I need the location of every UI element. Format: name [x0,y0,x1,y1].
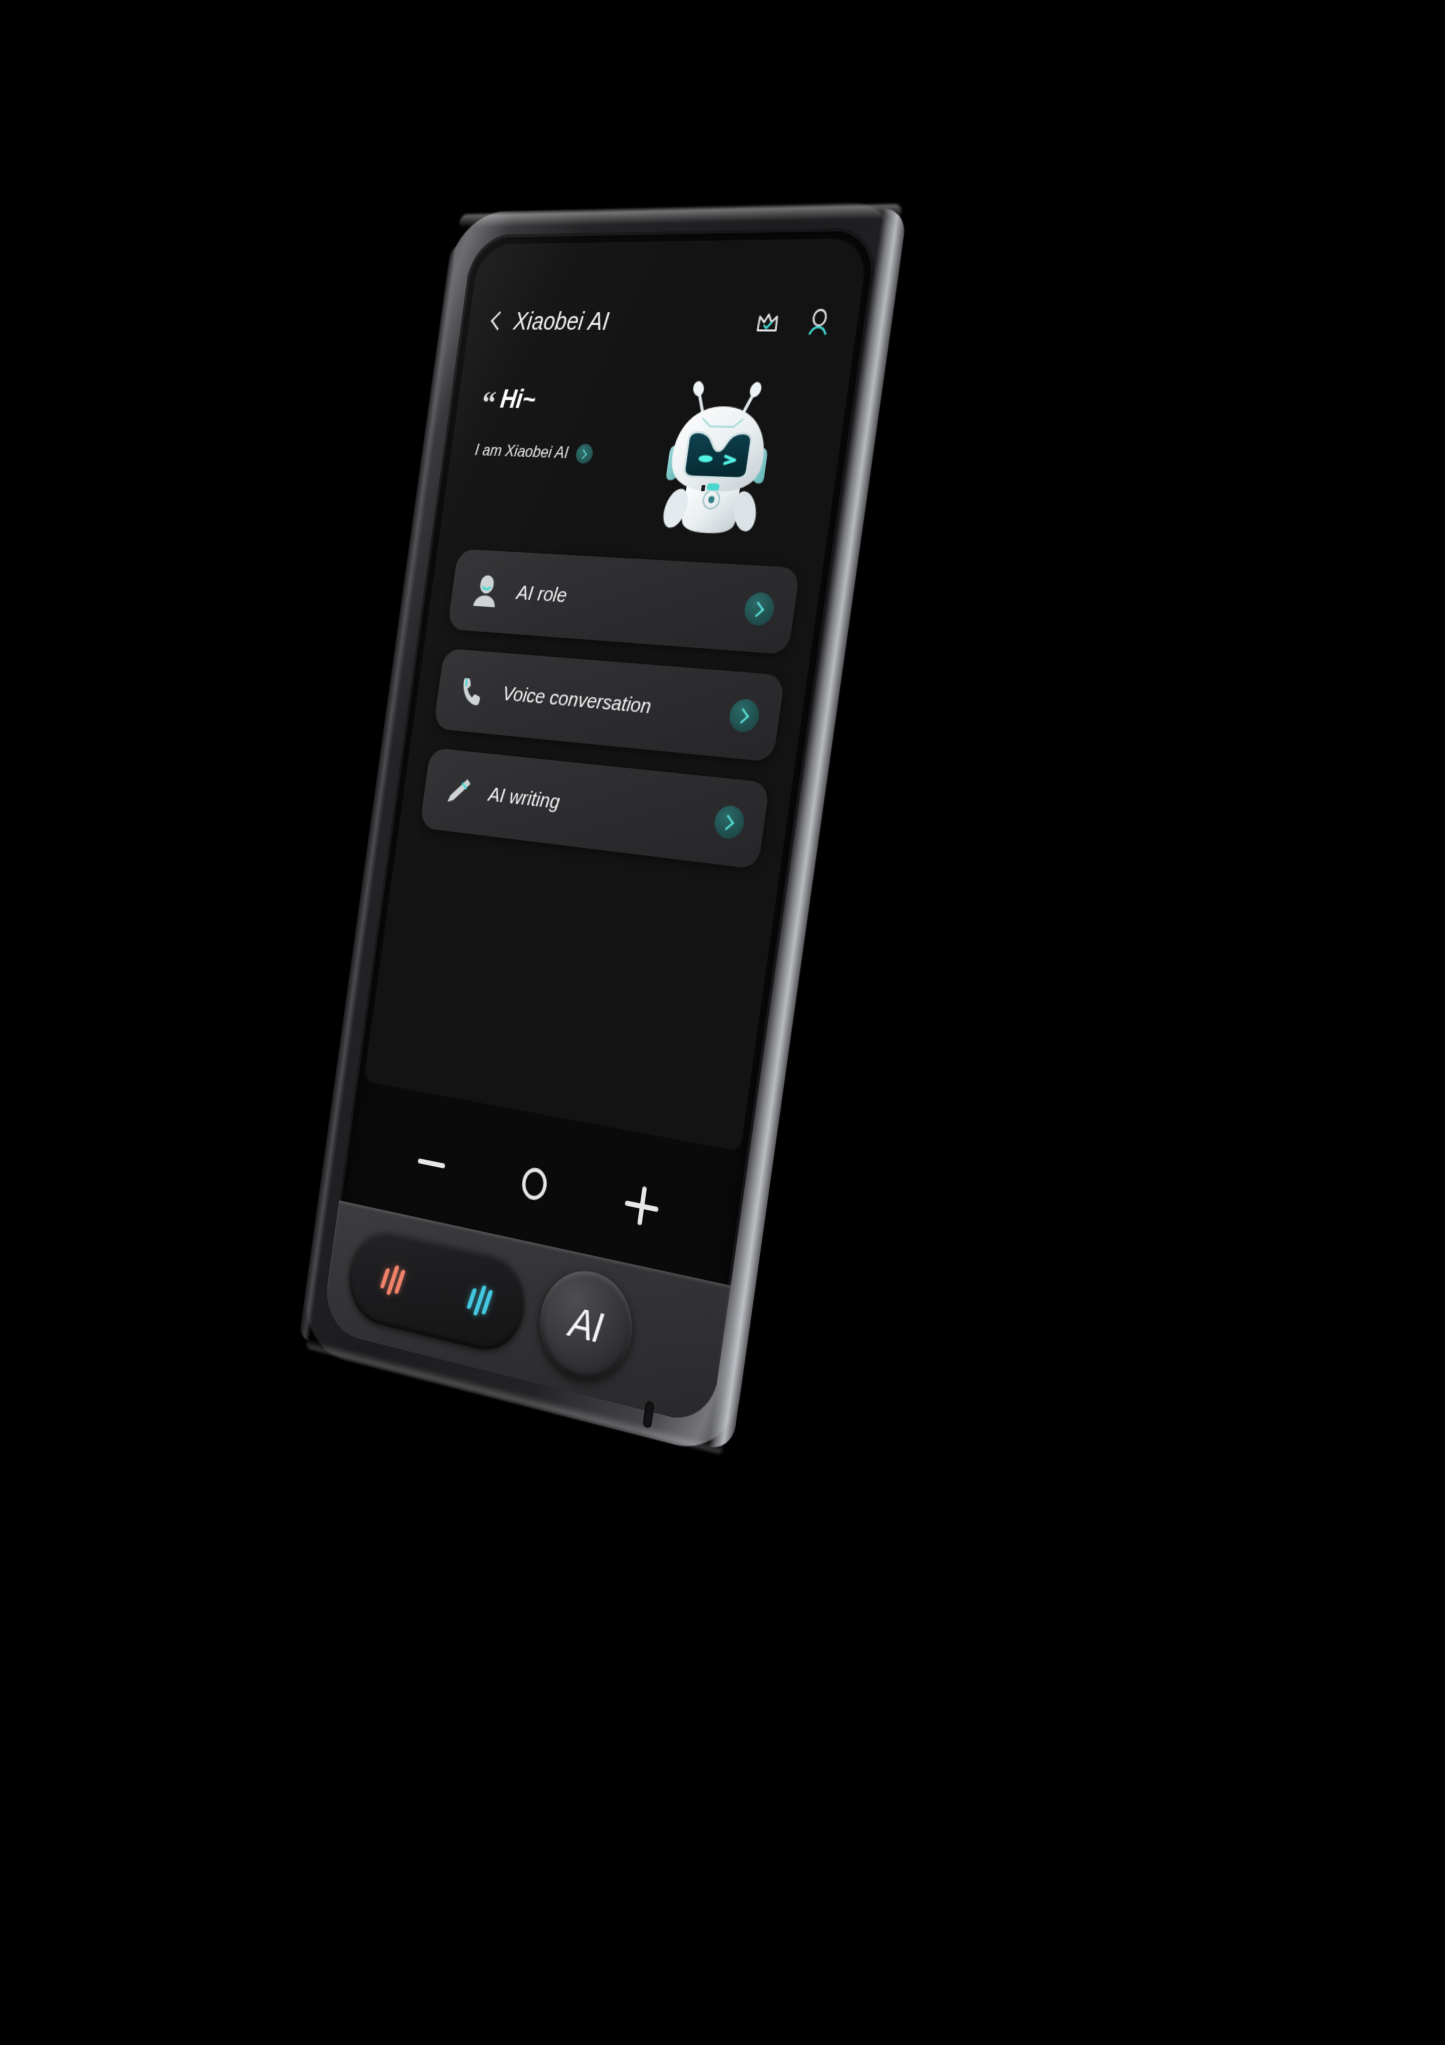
dual-mic-button[interactable] [343,1224,531,1358]
waveform-orange-icon[interactable] [378,1263,406,1297]
chevron-right-icon[interactable] [727,698,762,734]
greeting-subtitle-row[interactable]: I am Xiaobei AI [474,441,703,468]
header-icon-group [752,307,835,338]
crown-icon[interactable] [752,307,783,338]
greeting-line: “Hi~ [479,384,711,425]
phone-icon [453,671,490,712]
card-spacer [560,803,715,821]
pen-icon [440,770,477,812]
card-label: Voice conversation [501,682,653,719]
person-icon [467,571,504,612]
ai-button-label: AI [566,1296,606,1352]
back-icon[interactable] [488,308,505,335]
profile-icon[interactable] [803,307,835,338]
chevron-right-icon[interactable] [742,591,777,627]
feature-card-list: AI role Voice conversation AI writing [419,548,801,870]
circle-icon [519,1165,549,1203]
card-spacer [567,596,745,608]
minus-icon [417,1157,446,1169]
card-label: AI role [515,581,569,608]
card-spacer [651,707,730,714]
card-label: AI writing [487,783,562,814]
plus-icon [622,1183,661,1228]
device-scene: Xiaobei AI “Hi~ I am Xiaobei AI AI role … [0,0,1445,2045]
screenshot-stage: Xiaobei AI “Hi~ I am Xiaobei AI AI role … [0,0,1445,2045]
nav-plus-button[interactable] [610,1169,673,1243]
ai-hardware-button[interactable]: AI [533,1261,640,1390]
chevron-right-icon[interactable] [712,804,747,841]
greeting-title: Hi~ [498,384,538,415]
page-title: Xiaobei AI [512,307,611,336]
handheld-ai-device: Xiaobei AI “Hi~ I am Xiaobei AI AI role … [298,201,909,1459]
waveform-cyan-icon[interactable] [464,1283,493,1318]
greeting-block: “Hi~ I am Xiaobei AI [474,384,711,468]
quote-mark-icon: “ [479,385,498,421]
nav-minus-button[interactable] [403,1128,461,1198]
nav-home-button[interactable] [504,1148,564,1220]
chevron-right-icon[interactable] [574,443,594,464]
greeting-subtitle: I am Xiaobei AI [473,440,570,463]
